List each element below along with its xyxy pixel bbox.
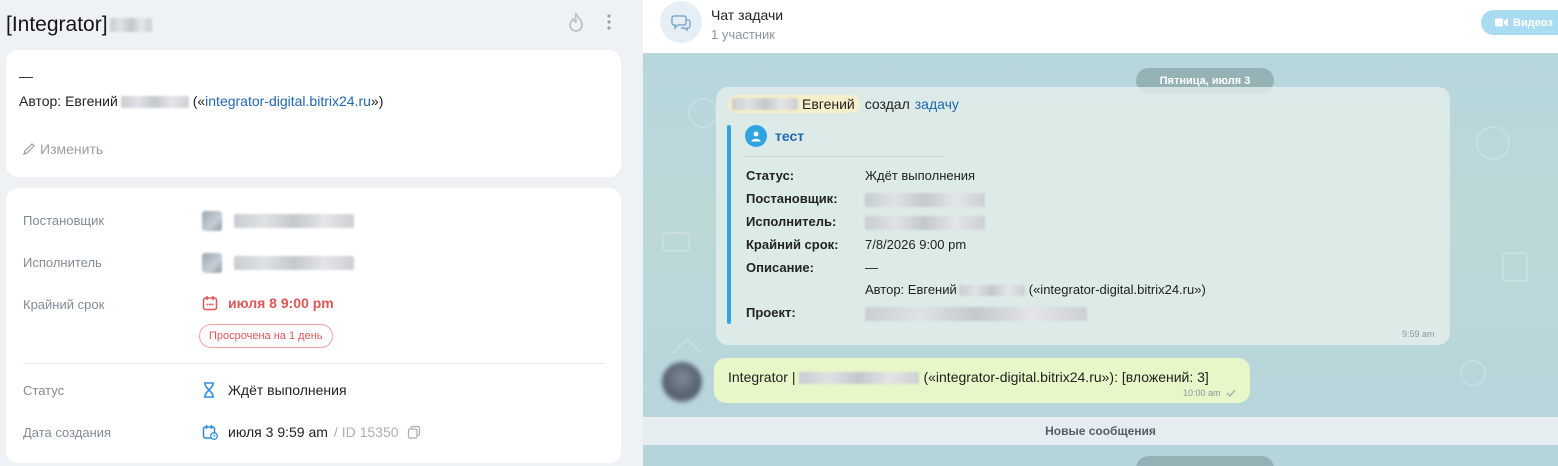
flame-icon[interactable] — [567, 11, 585, 39]
field-label: Исполнитель: — [746, 214, 837, 229]
avatar — [202, 253, 222, 273]
created-label: Дата создания — [23, 425, 112, 440]
status-label: Статус — [23, 383, 65, 398]
message-text: Integrator | («integrator-digital.bitrix2… — [728, 369, 1209, 385]
read-check-icon — [1226, 389, 1236, 397]
copy-icon[interactable] — [407, 425, 421, 439]
system-message-header: Евгений создал задачу — [728, 95, 959, 113]
task-card-title[interactable]: тест — [745, 125, 804, 147]
chat-avatar — [660, 1, 702, 43]
blurred-surname — [732, 98, 798, 110]
field-label: Постановщик: — [746, 191, 838, 206]
task-id: / ID 15350 — [333, 424, 399, 440]
task-panel: [Integrator] — Автор: Евгений («integrat… — [0, 0, 643, 466]
more-vertical-icon[interactable] — [604, 13, 614, 38]
field-value — [865, 191, 985, 207]
chat-message: Integrator | («integrator-digital.bitrix2… — [714, 358, 1250, 403]
system-message: Евгений создал задачу тест Статус: Ждёт … — [716, 87, 1450, 345]
video-camera-icon — [1495, 18, 1508, 27]
field-value — [865, 305, 1087, 321]
field-value: Ждёт выполнения — [865, 168, 976, 183]
author-line: Автор: Евгений («integrator-digital.bitr… — [19, 93, 384, 109]
message-time: 9:59 am — [1402, 329, 1435, 339]
blurred-name — [234, 214, 354, 228]
task-title: [Integrator] — [6, 13, 152, 37]
creator-label: Постановщик — [23, 213, 105, 228]
description-text: — — [19, 68, 33, 84]
task-link[interactable]: задачу — [915, 96, 959, 112]
avatar[interactable] — [662, 362, 702, 402]
mention-chip[interactable]: Евгений — [728, 95, 860, 113]
field-value — [865, 214, 985, 230]
chat-header: Чат задачи 1 участник Видеоз — [643, 0, 1558, 53]
blurred-title-suffix — [109, 18, 152, 33]
assignee-label: Исполнитель — [23, 255, 102, 270]
quote-bar — [727, 125, 731, 324]
deadline-label: Крайний срок — [23, 297, 105, 312]
chat-title: Чат задачи — [711, 7, 784, 23]
blurred-name — [865, 192, 985, 207]
field-label: Описание: — [746, 260, 814, 275]
description-card: — Автор: Евгений («integrator-digital.bi… — [6, 50, 621, 177]
status-value: Ждёт выполнения — [202, 382, 347, 398]
assignee-value[interactable] — [202, 253, 354, 273]
divider — [23, 363, 605, 364]
deadline-value[interactable]: июля 8 9:00 pm — [202, 295, 334, 311]
chat-bubbles-icon — [671, 15, 691, 32]
video-call-button[interactable]: Видеоз — [1481, 10, 1558, 35]
user-icon — [745, 125, 767, 147]
calendar-icon — [202, 296, 218, 311]
edit-button[interactable]: Изменить — [22, 141, 103, 157]
chat-members-count[interactable]: 1 участник — [711, 27, 775, 42]
creator-value[interactable] — [202, 211, 354, 231]
hourglass-icon — [204, 382, 214, 398]
calendar-clock-icon — [202, 425, 218, 440]
blurred-project — [865, 306, 1087, 321]
blurred-name — [234, 256, 354, 270]
avatar — [202, 211, 222, 231]
field-label: Крайний срок: — [746, 237, 839, 252]
blurred-name — [799, 372, 920, 385]
message-time: 10:00 am — [1183, 388, 1221, 398]
new-messages-divider: Новые сообщения — [643, 417, 1558, 445]
description-author-line: Автор: Евгений («integrator-digital.bitri… — [865, 282, 1206, 297]
author-portal-link[interactable]: integrator-digital.bitrix24.ru — [205, 93, 371, 109]
task-chat-panel: Чат задачи 1 участник Видеоз Пятница, ию… — [643, 0, 1558, 466]
blurred-surname — [120, 96, 189, 109]
field-label: Статус: — [746, 168, 795, 183]
task-fields-card: Постановщик Исполнитель Крайний срок июл… — [6, 188, 621, 463]
field-value: 7/8/2026 9:00 pm — [865, 237, 967, 252]
field-label: Проект: — [746, 305, 796, 320]
blurred-name — [865, 215, 985, 230]
divider — [745, 156, 945, 157]
field-value: — — [865, 260, 878, 275]
blurred-surname — [958, 285, 1025, 297]
date-divider-partial — [1136, 456, 1274, 466]
pencil-icon — [23, 143, 35, 155]
overdue-badge: Просрочена на 1 день — [199, 324, 333, 348]
created-value: июля 3 9:59 am / ID 15350 — [202, 424, 421, 440]
